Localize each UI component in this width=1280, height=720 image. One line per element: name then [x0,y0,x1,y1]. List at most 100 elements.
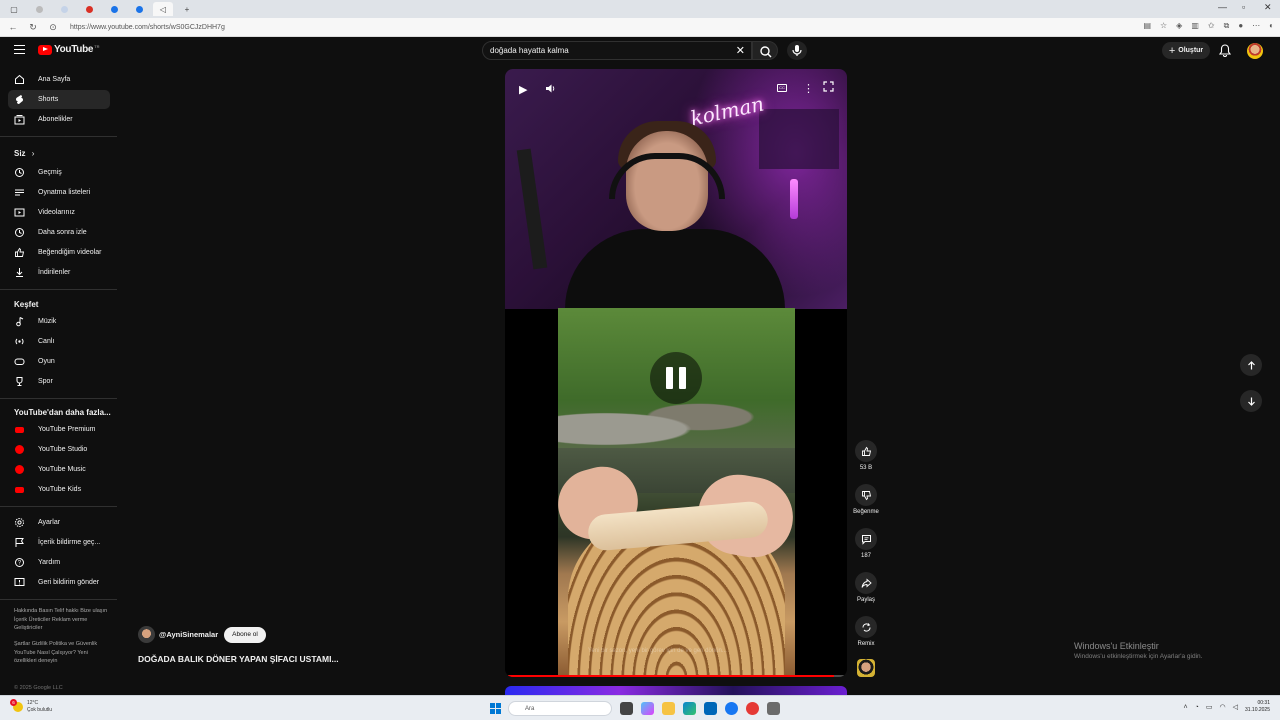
language-icon[interactable]: ▭ [1206,703,1213,711]
wifi-icon[interactable]: ◠ [1219,703,1225,711]
sidebar-item-subscriptions[interactable]: Abonelikler [8,110,110,129]
browser-tab-active[interactable]: ◁ [153,2,173,16]
chevron-up-icon[interactable]: ˄ [1184,704,1188,711]
weather-widget[interactable]: 6 12°C Çok bulutlu [10,698,52,713]
sidebar-item-youtube-studio[interactable]: YouTube Studio [8,440,110,459]
sidebar-item-music[interactable]: Müzik [8,312,110,331]
more-icon[interactable]: ⋯ [1252,21,1260,31]
video-progress-bar[interactable] [508,675,844,677]
refresh-icon[interactable]: ↻ [26,22,40,33]
channel-avatar[interactable] [138,626,155,643]
voice-search-button[interactable] [787,41,807,60]
sidebar-footer-links[interactable]: Hakkında Basın Telif hakkı Bize ulaşın İ… [14,607,110,633]
search-input[interactable]: doğada hayatta kalma ✕ [482,41,752,60]
app-icon[interactable] [767,702,780,715]
subscribe-button[interactable]: Abone ol [224,626,266,643]
sidebar-item-settings[interactable]: Ayarlar [8,513,110,532]
minimize-icon[interactable]: — [1218,2,1227,12]
previous-short-button[interactable] [1240,354,1262,376]
network-icon[interactable]: ◔ [1195,704,1199,711]
site-info-icon[interactable]: ⊙ [46,22,60,33]
more-vertical-icon[interactable]: ⋮ [803,82,814,95]
create-button[interactable]: + Oluştur [1162,42,1210,59]
captions-icon[interactable]: CC [777,84,787,92]
taskbar-search[interactable]: Ara [508,701,612,716]
play-icon[interactable]: ▶ [519,83,527,96]
pause-button[interactable] [650,352,702,404]
channel-name[interactable]: @AyniSinemalar [159,630,218,639]
sidebar-footer-policy-links[interactable]: Şartlar Gizlilik Politika ve Güvenlik Yo… [14,640,110,666]
split-screen-icon[interactable]: ▥ [1191,21,1199,31]
close-window-icon[interactable]: ✕ [1264,2,1272,13]
read-mode-icon[interactable]: ▤ [1143,21,1151,31]
next-short-button[interactable] [1240,390,1262,412]
maximize-icon[interactable]: ▫ [1242,2,1245,12]
copilot-app-icon[interactable] [641,702,654,715]
remix-action[interactable]: Remix [852,616,880,647]
browser-tab[interactable] [53,2,75,16]
clock[interactable]: 00:31 31.10.2025 [1245,700,1270,714]
sidebar-item-youtube-kids[interactable]: YouTube Kids [8,480,110,499]
sidebar-item-history[interactable]: Geçmiş [8,163,110,182]
back-icon[interactable]: ← [6,22,20,32]
browser-tab[interactable] [78,2,100,16]
comments-action[interactable]: 187 [852,528,880,559]
browser-tab[interactable] [128,2,150,16]
volume-tray-icon[interactable]: ◁ [1233,703,1238,711]
sidebar-item-send-feedback[interactable]: Geri bildirim gönder [8,573,110,592]
sidebar-item-your-videos[interactable]: Videolarınız [8,203,110,222]
remix-button[interactable] [855,616,877,638]
like-action[interactable]: 53 B [852,440,880,471]
browser-tab[interactable] [103,2,125,16]
profile-icon[interactable]: ● [1238,21,1243,31]
channel-avatar-thumbnail[interactable] [857,659,875,677]
sidebar-item-youtube-premium[interactable]: YouTube Premium [8,420,110,439]
share-action[interactable]: Paylaş [852,572,880,603]
dislike-button[interactable] [855,484,877,506]
collections-icon[interactable]: ⧉ [1224,21,1230,31]
share-button[interactable] [855,572,877,594]
favorite-star-icon[interactable]: ☆ [1160,21,1167,31]
account-avatar[interactable] [1247,43,1263,59]
extensions-icon[interactable]: ◈ [1176,21,1182,31]
next-short-preview[interactable] [505,686,847,695]
youtube-logo[interactable]: YouTube TR [38,44,100,55]
file-explorer-icon[interactable] [662,702,675,715]
task-view-icon[interactable] [620,702,633,715]
sidebar-item-youtube-music[interactable]: YouTube Music [8,460,110,479]
sidebar-heading-you[interactable]: Siz › [14,149,34,158]
sidebar-item-downloads[interactable]: İndirilenler [8,263,110,282]
facebook-icon[interactable] [725,702,738,715]
sidebar-item-playlists[interactable]: Oynatma listeleri [8,183,110,202]
copilot-icon[interactable]: ◐ [1269,21,1274,31]
notifications-bell-icon[interactable] [1219,44,1231,57]
like-button[interactable] [855,440,877,462]
clear-search-icon[interactable]: ✕ [736,44,745,57]
chrome-icon[interactable] [746,702,759,715]
sidebar-item-sports[interactable]: Spor [8,372,110,391]
menu-icon[interactable] [14,45,25,54]
volume-icon[interactable] [545,83,557,97]
favorites-icon[interactable]: ✩ [1208,21,1215,31]
browser-tab[interactable] [28,2,50,16]
windows-start-icon[interactable] [490,703,501,714]
sidebar-item-home[interactable]: Ana Sayfa [8,70,110,89]
url-text[interactable]: https://www.youtube.com/shorts/wS0GCJzDH… [70,24,225,31]
store-icon[interactable] [704,702,717,715]
sidebar-item-live[interactable]: Canlı [8,332,110,351]
comments-button[interactable] [855,528,877,550]
sidebar-item-liked-videos[interactable]: Beğendiğim videolar [8,243,110,262]
sidebar-item-report-history[interactable]: İçerik bildirme geç... [8,533,110,552]
tab-workspaces-icon[interactable]: ▢ [3,2,25,16]
search-button[interactable] [752,41,778,60]
shorts-video-player[interactable]: kolman Yeni bir sezon, yeni bir görev iç… [505,69,847,677]
video-title[interactable]: DOĞADA BALIK DÖNER YAPAN ŞİFACI USTAMI..… [138,654,339,664]
sidebar-item-watch-later[interactable]: Daha sonra izle [8,223,110,242]
dislike-action[interactable]: Beğenme [852,484,880,515]
edge-browser-icon[interactable] [683,702,696,715]
sidebar-item-help[interactable]: ? Yardım [8,553,110,572]
sidebar-item-gaming[interactable]: Oyun [8,352,110,371]
fullscreen-icon[interactable] [823,81,834,95]
sidebar-item-shorts[interactable]: Shorts [8,90,110,109]
new-tab-button[interactable]: + [176,2,198,16]
